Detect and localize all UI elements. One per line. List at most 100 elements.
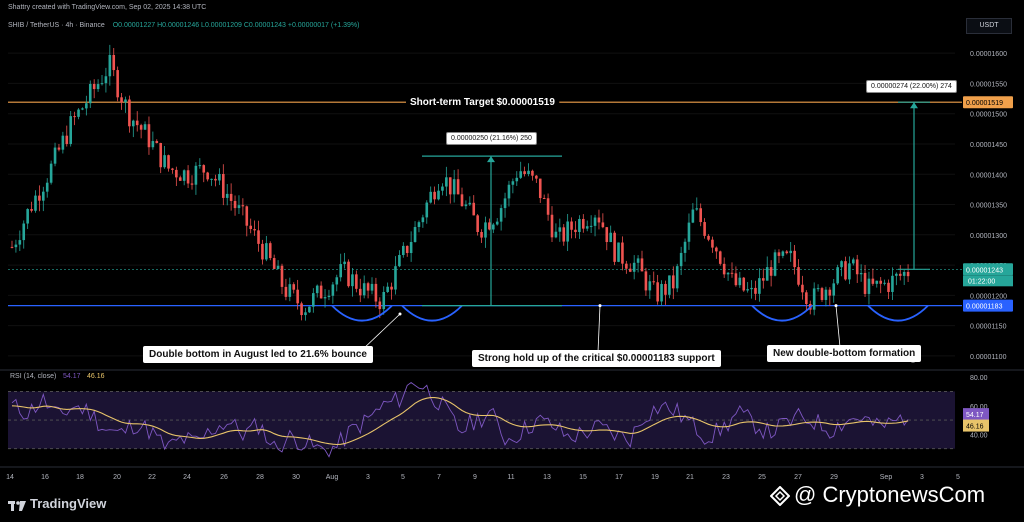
candle-body [746, 289, 749, 291]
candle-body [88, 83, 92, 104]
candle-body [797, 267, 800, 285]
candle-body [855, 259, 859, 275]
candle-body [718, 251, 722, 264]
callout-pointer-dot [834, 304, 838, 308]
candle-body [445, 177, 448, 187]
candle-body [617, 242, 620, 262]
candle-body [378, 301, 382, 310]
candle-body [722, 263, 726, 275]
candle-body [237, 205, 241, 209]
time-tick-label: 9 [473, 474, 477, 481]
time-tick-label: 14 [6, 474, 14, 481]
candle-body [895, 273, 898, 276]
candle-body [742, 277, 746, 291]
candle-body [840, 261, 843, 268]
rsi-ma-current-label: 46.16 [966, 424, 984, 431]
price-tick-label: 0.00001500 [970, 112, 1007, 119]
candle-body [902, 271, 906, 276]
candle-body [92, 83, 96, 90]
time-tick-label: 5 [401, 474, 405, 481]
time-tick-label: 23 [722, 474, 730, 481]
target-price-label: 0.00001519 [966, 100, 1003, 107]
candle-body [319, 285, 323, 299]
candle-body [891, 275, 894, 292]
time-tick-label: 3 [366, 474, 370, 481]
candle-body [472, 202, 476, 216]
candle-body [476, 215, 479, 233]
candle-body [394, 266, 397, 290]
measure-arrowhead [910, 102, 918, 109]
candle-body [805, 292, 808, 305]
candle-body [257, 230, 260, 244]
candle-body [801, 284, 804, 293]
price-tick-label: 0.00001300 [970, 233, 1007, 240]
candle-body [116, 70, 119, 98]
candle-body [355, 274, 358, 289]
candle-body [578, 218, 581, 233]
candle-body [793, 250, 796, 268]
candle-body [202, 165, 206, 173]
candle-body [644, 271, 648, 291]
candle-body [601, 222, 605, 228]
candle-body [582, 218, 585, 229]
rsi-tick-label: 80.00 [970, 375, 988, 382]
candle-body [229, 193, 233, 201]
time-tick-label: Aug [326, 474, 339, 481]
time-tick-label: 21 [686, 474, 694, 481]
candle-body [331, 284, 335, 296]
candle-body [758, 278, 761, 294]
candle-body [468, 202, 472, 205]
candle-body [492, 224, 495, 230]
candle-body [433, 191, 436, 200]
candle-body [848, 263, 851, 280]
candle-body [503, 198, 507, 209]
candle-body [859, 272, 863, 275]
callout-pointer-dot [398, 312, 402, 316]
candle-body [425, 202, 429, 218]
candle-body [542, 198, 546, 200]
candle-body [824, 289, 828, 300]
time-tick-label: 15 [579, 474, 587, 481]
time-tick-label: 26 [220, 474, 228, 481]
candle-body [812, 288, 816, 310]
candle-body [132, 120, 135, 127]
last-price-label: 0.00001243 [966, 267, 1003, 274]
candle-body [828, 289, 832, 296]
brand-name: TradingView [30, 496, 107, 511]
candle-body [312, 293, 315, 307]
price-tick-label: 0.00001350 [970, 203, 1007, 210]
support-price-label: 0.00001183 [966, 304, 1003, 311]
candle-body [49, 163, 53, 183]
candle-body [754, 287, 757, 294]
rsi-value: 54.17 [63, 373, 81, 380]
candle-body [135, 120, 139, 126]
cryptonews-watermark: @ CryptonewsCom [769, 482, 985, 508]
candle-body [456, 179, 460, 195]
candle-body [358, 288, 362, 296]
candle-body [53, 147, 57, 164]
candle-body [26, 209, 29, 224]
candle-body [480, 232, 483, 238]
candle-body [370, 283, 374, 291]
target-line-label: Short-term Target $0.00001519 [410, 97, 555, 108]
time-tick-label: 27 [794, 474, 802, 481]
candle-body [167, 155, 170, 169]
candle-body [308, 306, 311, 313]
candle-body [429, 191, 432, 203]
candle-body [777, 252, 781, 256]
candle-body [343, 261, 346, 265]
candle-body [679, 252, 683, 267]
candle-body [198, 165, 202, 167]
candle-body [672, 275, 675, 289]
candle-body [883, 282, 886, 284]
candle-body [96, 84, 100, 90]
candle-body [300, 303, 303, 316]
candle-body [163, 155, 166, 168]
candle-body [699, 208, 702, 223]
candle-body [315, 285, 319, 294]
candle-body [327, 295, 331, 298]
measure-label-1: 0.00000250 (21.16%) 250 [446, 132, 537, 145]
candle-body [820, 288, 824, 300]
candle-body [875, 280, 879, 284]
candle-body [374, 283, 378, 302]
